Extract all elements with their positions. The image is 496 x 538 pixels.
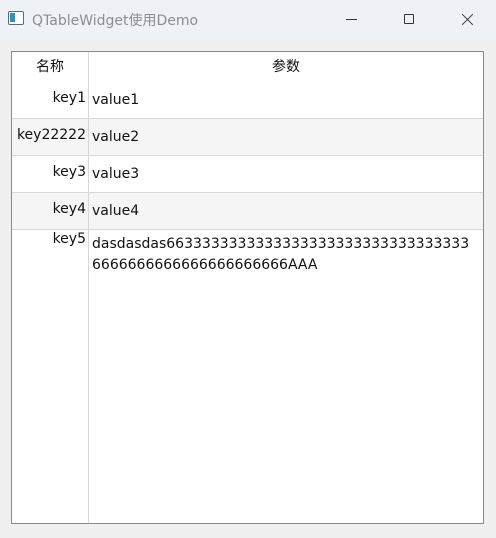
key-cell[interactable]: key1 (12, 90, 86, 106)
key-cell[interactable]: key4 (12, 201, 86, 217)
title-bar[interactable]: QTableWidget使用Demo (0, 0, 496, 38)
window-title: QTableWidget使用Demo (32, 13, 199, 29)
table-widget[interactable]: 名称 参数 key1 value1 key22222 value2 key3 v… (11, 51, 484, 524)
value-cell[interactable]: value2 (92, 127, 478, 148)
table-header: 名称 参数 (12, 52, 483, 83)
table-row[interactable]: key4 value4 (12, 192, 483, 229)
table-row[interactable]: key22222 value2 (12, 118, 483, 155)
table-row[interactable]: key3 value3 (12, 155, 483, 192)
close-button[interactable] (444, 0, 490, 38)
close-icon (461, 13, 474, 26)
header-name[interactable]: 名称 (12, 52, 88, 83)
header-param[interactable]: 参数 (89, 52, 483, 83)
value-cell[interactable]: value3 (92, 164, 478, 185)
maximize-icon (404, 14, 414, 24)
key-cell[interactable]: key5 (12, 231, 86, 247)
table-row[interactable]: key5 dasdasdas66333333333333333333333333… (12, 229, 483, 523)
main-window: QTableWidget使用Demo 名称 参数 key1 value1 key… (0, 0, 496, 538)
value-cell[interactable]: value1 (92, 90, 478, 111)
table-row[interactable]: key1 value1 (12, 83, 483, 118)
value-cell[interactable]: value4 (92, 201, 478, 222)
column-divider (88, 52, 89, 523)
key-cell[interactable]: key22222 (12, 127, 86, 143)
app-icon (8, 11, 24, 25)
maximize-button[interactable] (386, 0, 432, 38)
key-cell[interactable]: key3 (12, 164, 86, 180)
minimize-button[interactable] (328, 0, 374, 38)
value-cell[interactable]: dasdasdas6633333333333333333333333333333… (92, 234, 478, 276)
minimize-icon (345, 18, 357, 20)
